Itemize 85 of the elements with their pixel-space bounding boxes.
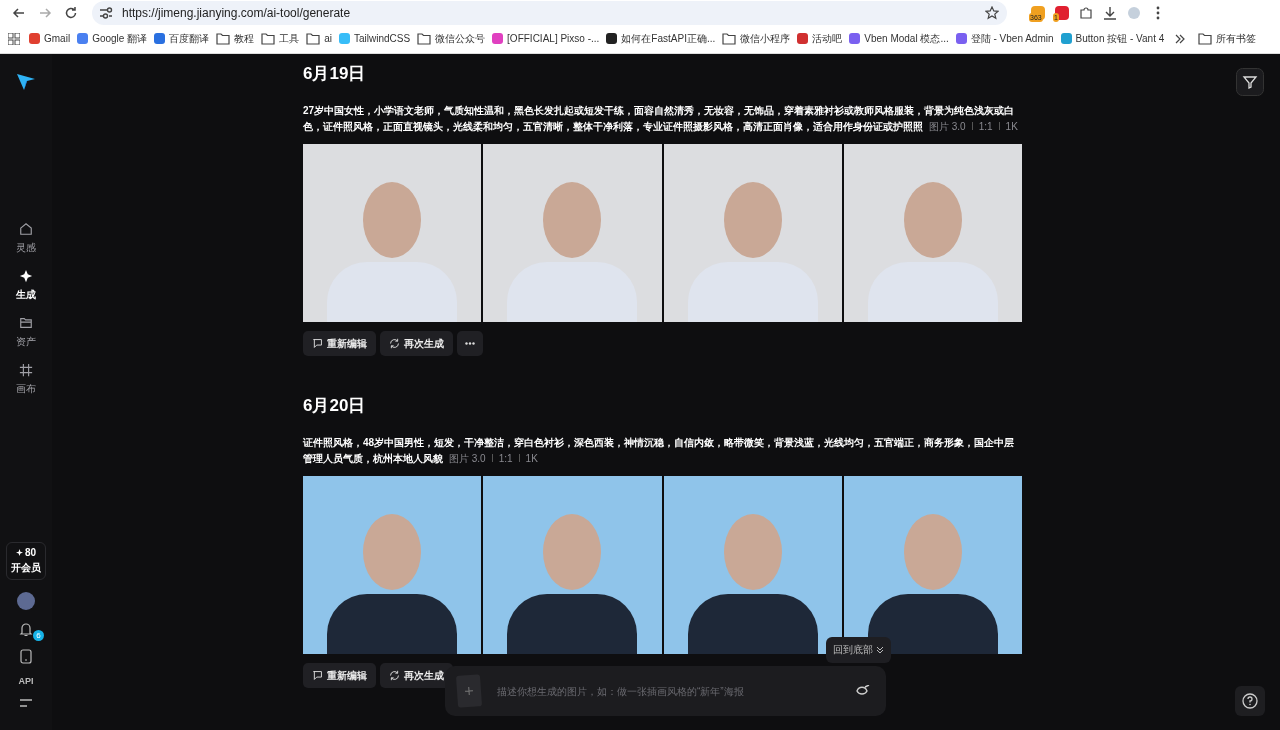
photo-placeholder[interactable] <box>843 476 1022 654</box>
notification-badge: 6 <box>33 630 44 641</box>
address-bar[interactable]: https://jimeng.jianying.com/ai-tool/generate <box>92 0 1007 25</box>
photo-placeholder[interactable] <box>483 476 662 654</box>
bell-icon[interactable] <box>19 622 33 637</box>
bookmark-label: 工具 <box>279 31 300 46</box>
bookmark-label: Google 翻译 <box>92 31 148 46</box>
help-icon[interactable] <box>1235 686 1265 716</box>
folder-icon <box>306 32 321 45</box>
bookmark[interactable]: 登陆 - Vben Admin <box>955 31 1054 46</box>
site-icon <box>154 33 166 44</box>
bookmark[interactable]: 微信公众号 <box>417 31 486 46</box>
plus-icon <box>464 686 474 696</box>
bookmark[interactable]: Google 翻译 <box>77 31 148 46</box>
bookmark[interactable]: 工具 <box>261 31 300 46</box>
avatar[interactable] <box>17 592 35 610</box>
more-button[interactable] <box>457 331 483 356</box>
folder-icon <box>216 32 231 45</box>
bookmark-label: ai <box>324 33 332 44</box>
site-icon <box>955 33 967 44</box>
prompt-text: 证件照风格，48岁中国男性，短发，干净整洁，穿白色衬衫，深色西装，神情沉稳，自信内敛，略带微笑，背景浅蓝，光线均匀，五官端正，商务形象，国企中层管理人员气质，杭州本地人风貌 图片 3.0 1:1 1K <box>303 436 1016 466</box>
bookmark-label: 百度翻译 <box>169 31 210 46</box>
star-logo-icon[interactable] <box>16 72 36 92</box>
sidebar-item[interactable]: 资产 <box>16 316 36 349</box>
edit-button[interactable]: 重新编辑 <box>303 331 376 356</box>
download-icon[interactable] <box>1103 5 1117 20</box>
back-to-bottom-button[interactable]: 回到底部 <box>826 637 891 663</box>
filter-icon[interactable] <box>1236 68 1264 96</box>
folder-icon <box>261 32 276 45</box>
home-icon <box>19 222 33 238</box>
regenerate-button[interactable]: 再次生成 <box>380 331 453 356</box>
sidebar-item[interactable]: 生成 <box>16 269 36 302</box>
site-icon <box>797 33 809 44</box>
edit-icon <box>312 670 323 681</box>
site-icon <box>77 33 89 44</box>
edit-icon <box>312 338 323 349</box>
membership-button[interactable]: 80 开会员 <box>6 542 46 580</box>
bookmark-label: 所有书签 <box>1216 31 1257 46</box>
edit-button[interactable]: 重新编辑 <box>303 663 376 688</box>
star-icon[interactable] <box>985 5 999 20</box>
bookmark[interactable]: ai <box>306 32 332 45</box>
bookmark-label: 活动吧 <box>812 31 843 46</box>
folder-icon <box>417 32 432 45</box>
bookmark[interactable]: 微信小程序 <box>722 31 791 46</box>
bookmark-label: 登陆 - Vben Admin <box>970 31 1054 46</box>
canvas-icon <box>19 363 33 379</box>
bookmark[interactable]: Gmail <box>29 33 71 44</box>
apps-icon[interactable] <box>8 32 20 45</box>
bookmark-label: Gmail <box>44 33 71 44</box>
sidebar-item[interactable]: 画布 <box>16 363 36 396</box>
bookmark-label: 微信小程序 <box>740 31 791 46</box>
bookmark[interactable]: TailwindCSS <box>338 33 411 44</box>
api-link[interactable]: API <box>18 676 34 686</box>
date-heading: 6月19日 <box>303 63 367 85</box>
photo-placeholder[interactable] <box>663 476 842 654</box>
bookmark[interactable]: 百度翻译 <box>154 31 210 46</box>
site-icon <box>1060 33 1072 44</box>
photo-placeholder[interactable] <box>303 476 482 654</box>
sidebar-item[interactable]: 灵感 <box>16 222 36 255</box>
sparkle-icon <box>15 549 23 556</box>
site-icon <box>492 33 504 44</box>
menu-icon[interactable] <box>19 698 33 708</box>
bookmark-label: TailwindCSS <box>353 33 411 44</box>
date-heading: 6月20日 <box>303 395 367 417</box>
chevron-down-icon <box>876 646 884 654</box>
bookmark-label: 微信公众号 <box>435 31 486 46</box>
site-settings-icon[interactable] <box>98 5 114 20</box>
chevrons-icon[interactable] <box>1175 33 1186 44</box>
refresh-icon <box>389 670 400 681</box>
site-icon <box>29 33 40 44</box>
phone-icon[interactable] <box>20 649 32 664</box>
folder-icon <box>1198 32 1213 45</box>
prompt-text: 27岁中国女性，小学语文老师，气质知性温和，黑色长发扎起或短发干练，面容自然清秀，无妆容，无饰品，穿着素雅衬衫或教师风格服装，背景为纯色浅灰或白色，证件照风格，正面直视镜头，光线柔和均匀，五官清晰，整体干净利落，专业证件照摄影风格，高清正面肖像，适合用作身份证或护照照 图片 3.0 1:1 1K <box>303 104 1019 134</box>
bookmark[interactable]: 活动吧 <box>797 31 843 46</box>
bookmark-label: 教程 <box>234 31 255 46</box>
bookmark[interactable]: 所有书签 <box>1198 31 1257 46</box>
url-text: https://jimeng.jianying.com/ai-tool/generate <box>122 5 352 20</box>
folder-icon <box>722 32 737 45</box>
site-icon <box>606 33 618 44</box>
refresh-icon <box>389 338 400 349</box>
site-icon <box>849 33 861 44</box>
bookmark[interactable]: 教程 <box>216 31 255 46</box>
regenerate-button[interactable]: 再次生成 <box>380 663 453 688</box>
more-icon <box>465 342 475 345</box>
site-icon <box>338 33 350 44</box>
